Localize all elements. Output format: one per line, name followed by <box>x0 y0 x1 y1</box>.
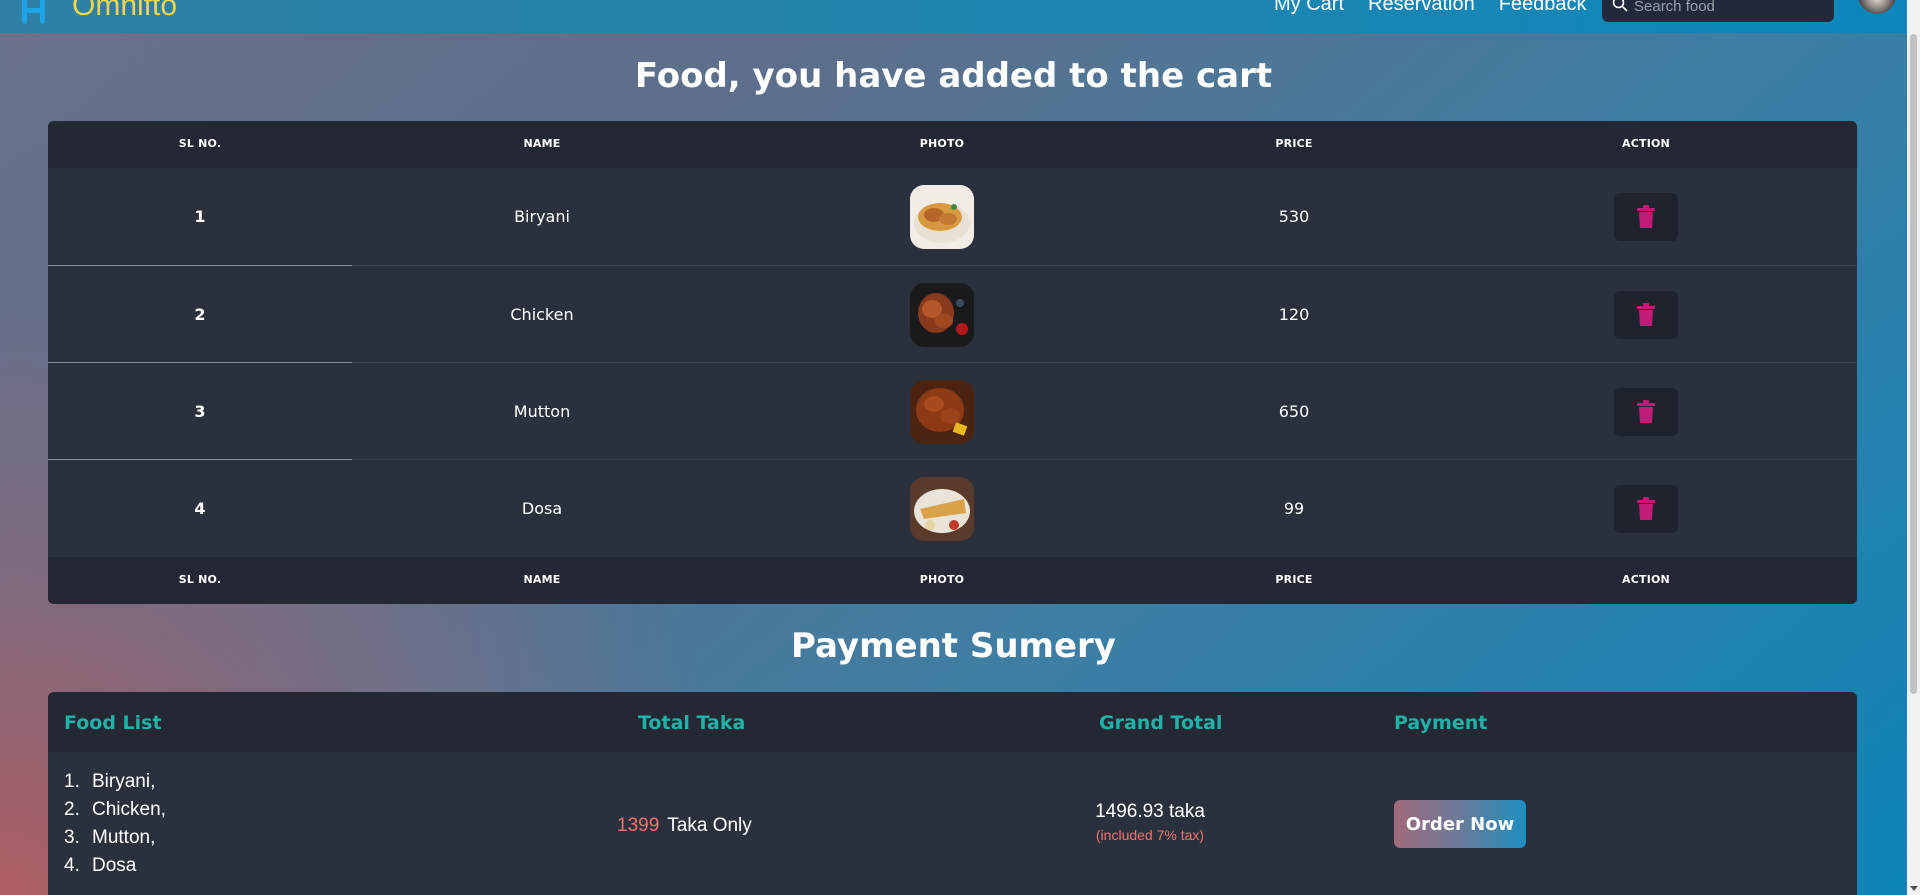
trash-icon <box>1637 302 1655 326</box>
row-price: 99 <box>1283 499 1305 518</box>
table-footer: SL NO. NAME PHOTO PRICE ACTION <box>48 557 1857 604</box>
cart-table: SL NO. NAME PHOTO PRICE ACTION 1 Biryani… <box>48 121 1857 604</box>
footer-header-price: PRICE <box>1275 573 1313 586</box>
list-item: 1. Biryani, <box>64 771 156 792</box>
footer-header-photo: PHOTO <box>919 573 965 586</box>
row-price: 530 <box>1278 207 1310 226</box>
row-name: Mutton <box>513 402 571 421</box>
grand-total: 1496.93 taka (included 7% tax) <box>1050 801 1250 843</box>
scroll-down-arrow-icon[interactable] <box>1910 886 1918 891</box>
food-photo-mutton <box>910 379 974 444</box>
row-action-cell <box>1436 266 1856 363</box>
delete-button[interactable] <box>1614 192 1678 241</box>
column-header-photo: PHOTO <box>919 137 965 150</box>
trash-icon <box>1637 204 1655 228</box>
delete-button[interactable] <box>1614 387 1678 436</box>
payment-header: Food List Total Taka Grand Total Payment <box>48 692 1857 752</box>
scrollbar-thumb[interactable] <box>1910 34 1917 694</box>
cart-title: Food, you have added to the cart <box>634 56 1273 96</box>
row-name: Dosa <box>521 499 563 518</box>
nav-link-reservation[interactable]: Reservation <box>1368 0 1475 16</box>
header-payment: Payment <box>1394 712 1488 734</box>
table-row: 3 Mutton 650 <box>48 362 1857 459</box>
total-taka: 1399 Taka Only <box>617 815 752 837</box>
header-grand-total: Grand Total <box>1099 712 1223 734</box>
table-row: 2 Chicken 120 <box>48 265 1857 362</box>
brand-name: Omnifto <box>72 0 178 22</box>
table-header: SL NO. NAME PHOTO PRICE ACTION <box>48 121 1857 168</box>
row-sl: 2 <box>194 305 206 324</box>
row-sl: 1 <box>194 207 206 226</box>
food-photo-dosa <box>910 476 974 541</box>
tax-note: (included 7% tax) <box>1095 827 1205 843</box>
food-photo-biryani <box>910 184 974 249</box>
footer-header-sl: SL NO. <box>178 573 222 586</box>
row-name: Biryani <box>514 207 570 226</box>
list-item: 3. Mutton, <box>64 827 156 848</box>
delete-button[interactable] <box>1614 290 1678 339</box>
fork-knife-icon <box>16 0 54 26</box>
nav-link-my-cart[interactable]: My Cart <box>1274 0 1344 16</box>
row-action-cell <box>1436 363 1856 460</box>
total-amount: 1399 <box>617 815 660 836</box>
row-sl: 4 <box>194 499 206 518</box>
row-photo-cell <box>732 266 1152 363</box>
row-action-cell <box>1436 168 1856 265</box>
payment-title: Payment Sumery <box>791 626 1116 666</box>
trash-icon <box>1637 496 1655 520</box>
header-food-list: Food List <box>64 712 162 734</box>
footer-header-action: ACTION <box>1622 573 1670 586</box>
row-price: 650 <box>1278 402 1310 421</box>
food-list: 1. Biryani, 2. Chicken, 3. Mutton, 4. Dosa <box>64 768 166 880</box>
order-now-button[interactable]: Order Now <box>1394 800 1526 848</box>
row-sl: 3 <box>194 402 206 421</box>
scrollbar[interactable] <box>1907 0 1920 895</box>
row-name: Chicken <box>510 305 574 324</box>
nav-links: My Cart Reservation Feedback <box>1274 0 1587 16</box>
column-header-sl: SL NO. <box>178 137 222 150</box>
list-item: 4. Dosa <box>64 855 137 876</box>
row-photo-cell <box>732 460 1152 557</box>
column-header-price: PRICE <box>1275 137 1313 150</box>
total-suffix: Taka Only <box>667 815 752 836</box>
row-photo-cell <box>732 168 1152 265</box>
table-row: 4 Dosa 99 <box>48 459 1857 557</box>
search-box[interactable] <box>1602 0 1834 22</box>
grand-total-value: 1496.93 taka <box>1095 801 1205 822</box>
search-input[interactable] <box>1634 0 1814 15</box>
payment-summary-table: Food List Total Taka Grand Total Payment… <box>48 692 1857 895</box>
table-row: 1 Biryani 530 <box>48 168 1857 265</box>
avatar[interactable] <box>1858 0 1896 14</box>
search-icon <box>1612 0 1628 16</box>
row-price: 120 <box>1278 305 1310 324</box>
column-header-name: NAME <box>523 137 561 150</box>
header-total-taka: Total Taka <box>638 712 746 734</box>
navbar: Omnifto My Cart Reservation Feedback <box>0 0 1907 33</box>
nav-link-feedback[interactable]: Feedback <box>1499 0 1587 16</box>
delete-button[interactable] <box>1614 484 1678 533</box>
brand[interactable]: Omnifto <box>16 0 177 26</box>
food-photo-chicken <box>910 282 974 347</box>
column-header-action: ACTION <box>1622 137 1670 150</box>
row-action-cell <box>1436 460 1856 557</box>
footer-header-name: NAME <box>523 573 561 586</box>
trash-icon <box>1637 399 1655 423</box>
list-item: 2. Chicken, <box>64 799 166 820</box>
row-photo-cell <box>732 363 1152 460</box>
